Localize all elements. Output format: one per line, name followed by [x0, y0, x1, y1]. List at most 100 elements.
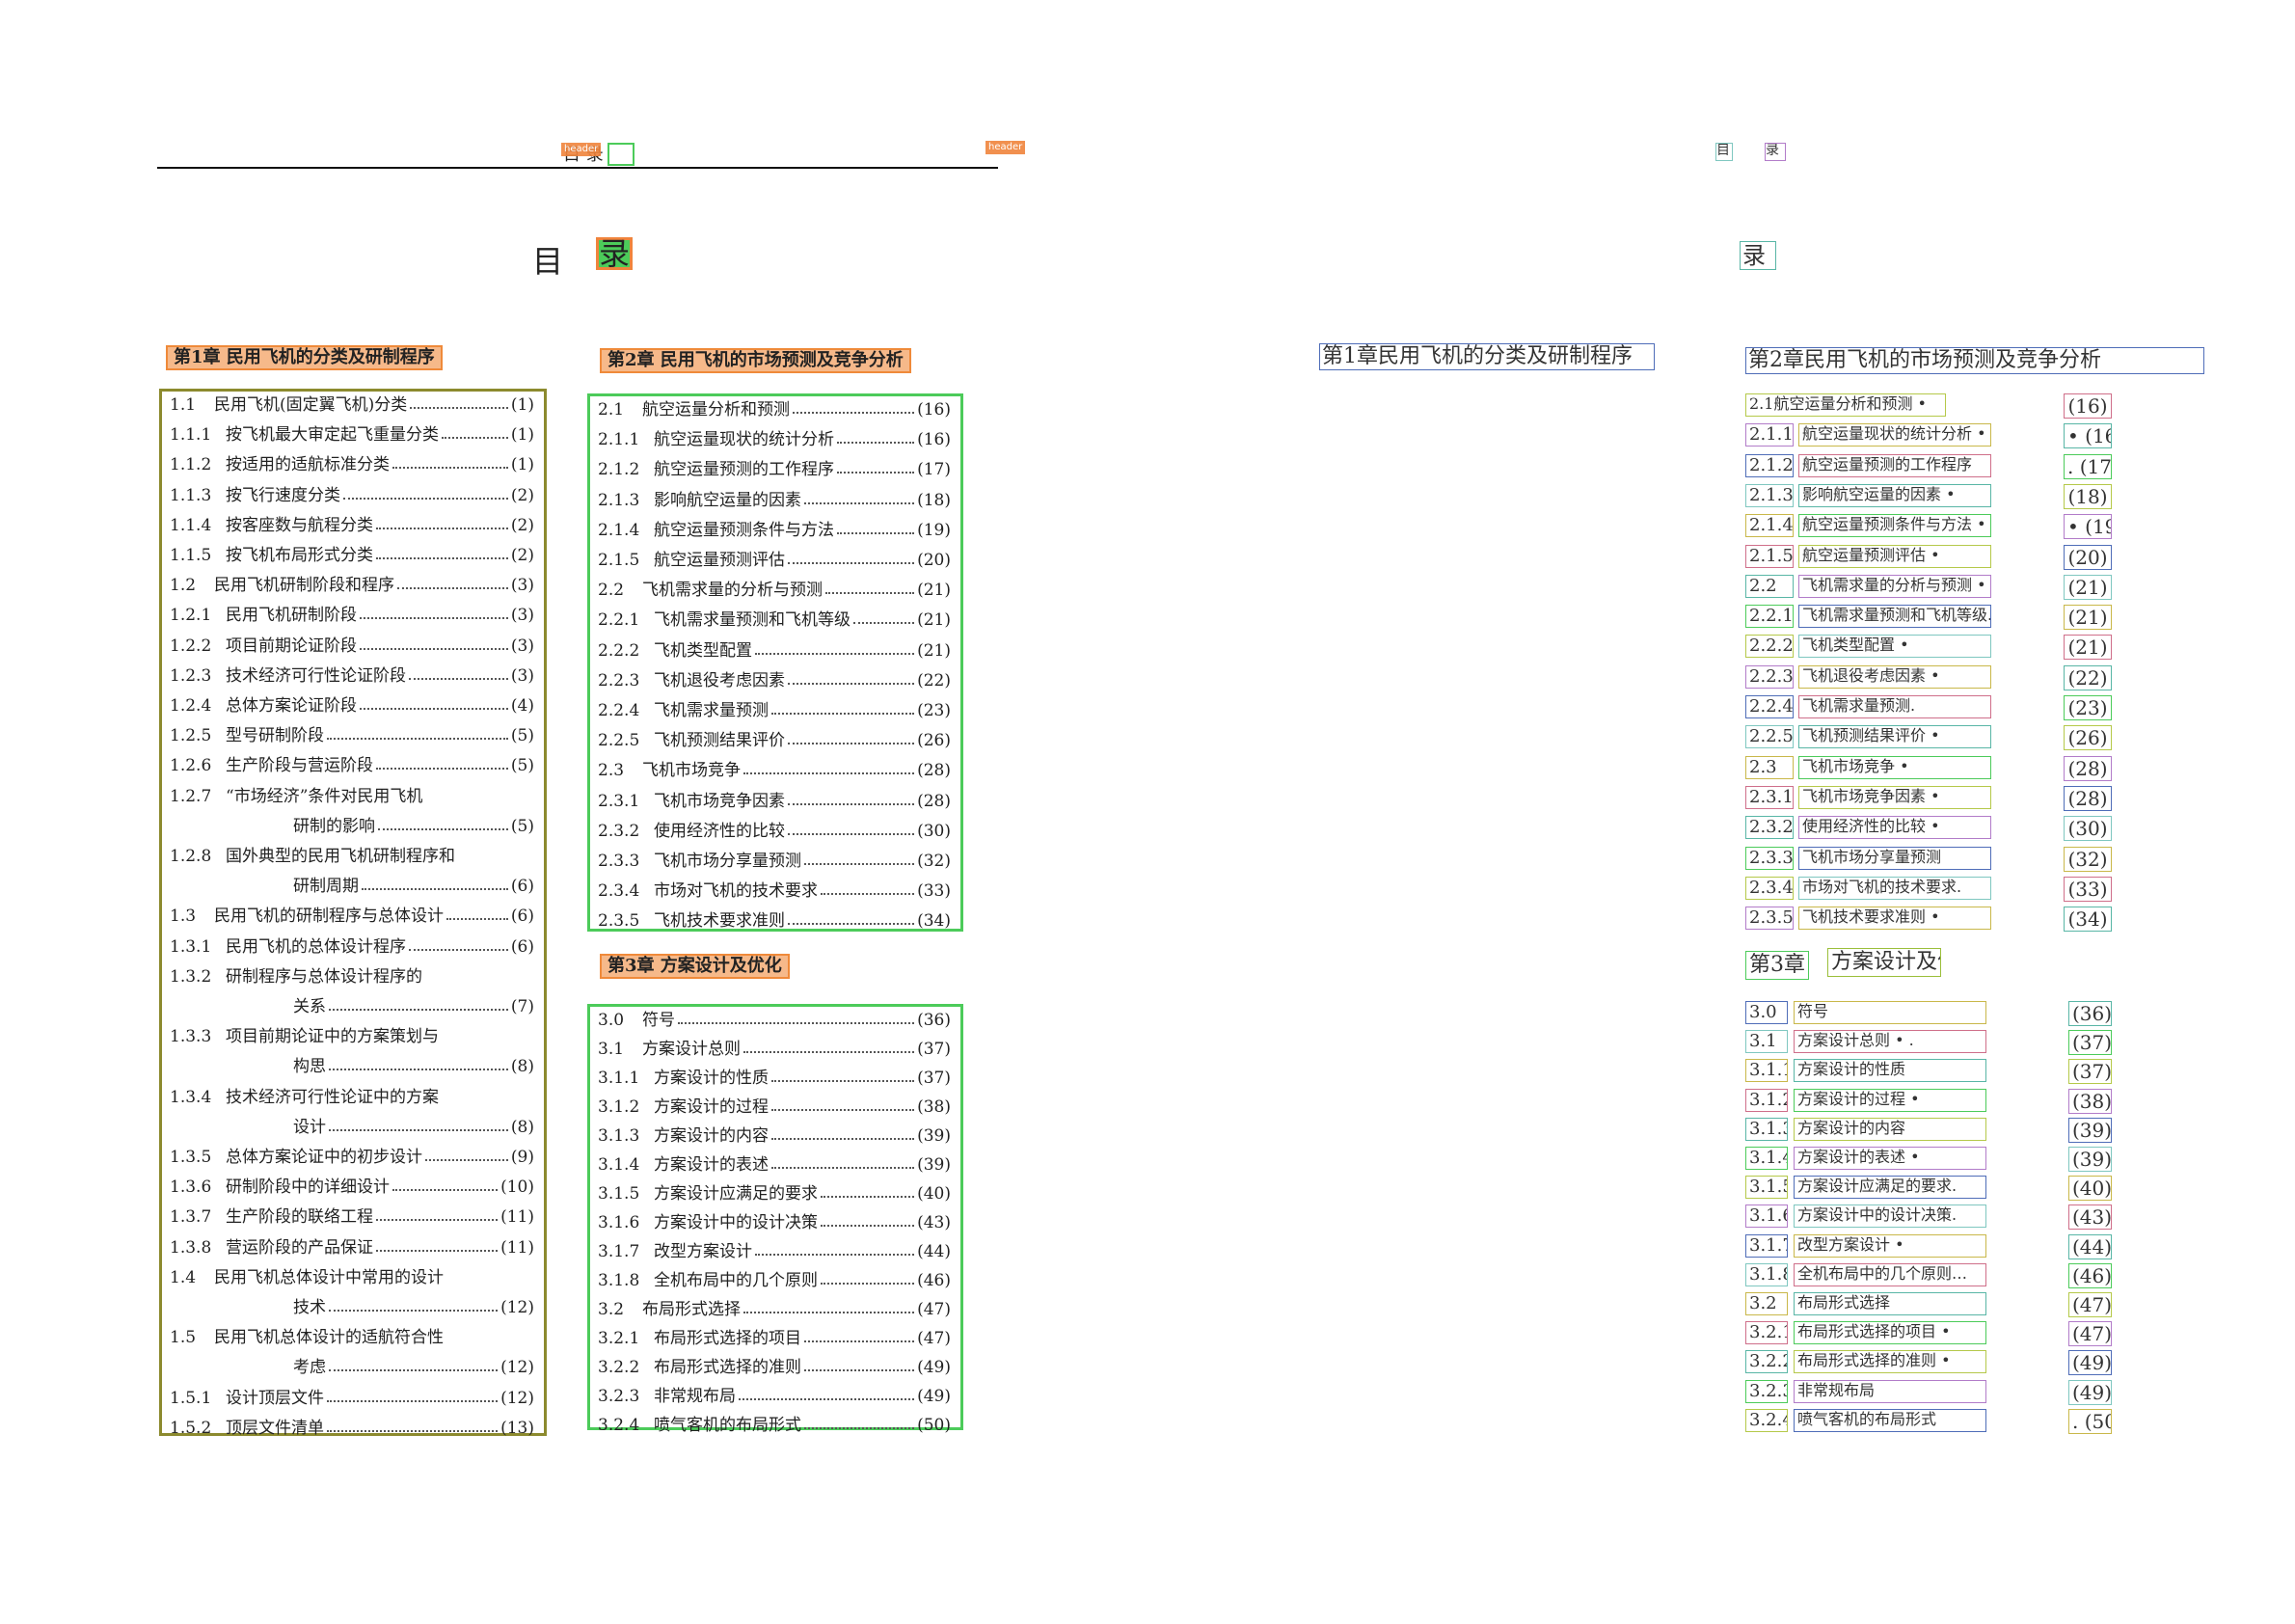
toc-entry-page: (21): [917, 640, 951, 661]
toc-entry[interactable]: 1.5.1 设计顶层文件 (12): [170, 1385, 534, 1408]
toc-entry[interactable]: 考虑 (12): [170, 1354, 534, 1377]
toc-entry[interactable]: 3.1.6 方案设计中的设计决策 (43): [598, 1209, 951, 1232]
toc-entry[interactable]: 1.5 民用飞机总体设计的适航符合性: [170, 1324, 534, 1347]
toc-entry-title: 全机布局中的几个原则: [654, 1271, 818, 1290]
toc-entry[interactable]: 3.1.1 方案设计的性质 (37): [598, 1065, 951, 1088]
toc-entry[interactable]: 2.3.2 使用经济性的比较 (30): [598, 818, 951, 841]
toc-entry[interactable]: 1.1.5 按飞机布局形式分类 (2): [170, 542, 534, 565]
toc-entry-page: (2): [510, 515, 534, 535]
toc-entry[interactable]: 3.1.4 方案设计的表述 (39): [598, 1151, 951, 1175]
toc-entry-number: 1.2.6: [170, 756, 212, 776]
toc-entry[interactable]: 1.3.5 总体方案论证中的初步设计 (9): [170, 1144, 534, 1167]
toc-entry-number: 1.3.4: [170, 1087, 212, 1107]
toc-entry[interactable]: 2.2.3 飞机退役考虑因素 (22): [598, 667, 951, 690]
right-header-b: 录: [1765, 143, 1786, 161]
toc-entry-page: (16): [917, 430, 951, 450]
toc-entry[interactable]: 1.4 民用飞机总体设计中常用的设计: [170, 1264, 534, 1287]
right-toc-number: 2.1.2: [1745, 453, 1794, 477]
toc-entry[interactable]: 2.1.5 航空运量预测评估 (20): [598, 547, 951, 570]
toc-entry[interactable]: 2.1.3 影响航空运量的因素 (18): [598, 487, 951, 510]
toc-entry[interactable]: 1.3.6 研制阶段中的详细设计 (10): [170, 1174, 534, 1197]
toc-entry-number: 1.1.4: [170, 515, 212, 535]
toc-entry[interactable]: 3.1.5 方案设计应满足的要求 (40): [598, 1180, 951, 1204]
toc-entry-title: 飞机预测结果评价: [654, 731, 785, 751]
toc-entry[interactable]: 1.1.1 按飞机最大审定起飞重量分类 (1): [170, 421, 534, 445]
toc-entry[interactable]: 3.2.3 非常规布局 (49): [598, 1383, 951, 1406]
toc-entry[interactable]: 3.2 布局形式选择 (47): [598, 1296, 951, 1319]
toc-entry[interactable]: 构思 (8): [170, 1053, 534, 1076]
toc-entry[interactable]: 1.3.1 民用飞机的总体设计程序 (6): [170, 934, 534, 957]
toc-entry[interactable]: 1.3.4 技术经济可行性论证中的方案: [170, 1084, 534, 1107]
toc-entry[interactable]: 设计 (8): [170, 1114, 534, 1137]
toc-entry-title: 按适用的适航标准分类: [226, 455, 390, 475]
toc-entry[interactable]: 1.2.3 技术经济可行性论证阶段 (3): [170, 663, 534, 686]
toc-entry-title: 设计顶层文件: [226, 1388, 324, 1408]
toc-entry[interactable]: 2.3.3 飞机市场分享量预测 (32): [598, 848, 951, 871]
toc-entry-page: (50): [917, 1416, 951, 1435]
right-toc-title: 使用经济性的比较 •: [1798, 816, 1991, 840]
toc-entry-number: 1.3.7: [170, 1207, 212, 1228]
toc-entry[interactable]: 研制的影响 (5): [170, 813, 534, 836]
right-toc-page: (26): [2064, 725, 2112, 751]
toc-leader-dots: [329, 1310, 499, 1312]
header-box: [608, 143, 634, 166]
toc-entry[interactable]: 1.3 民用飞机的研制程序与总体设计 (6): [170, 903, 534, 926]
toc-entry[interactable]: 1.2.1 民用飞机研制阶段 (3): [170, 602, 534, 625]
toc-entry-page: (8): [510, 1057, 534, 1077]
toc-entry[interactable]: 2.1.2 航空运量预测的工作程序 (17): [598, 456, 951, 479]
toc-entry[interactable]: 2.2.2 飞机类型配置 (21): [598, 637, 951, 661]
toc-entry[interactable]: 1.3.8 营运阶段的产品保证 (11): [170, 1234, 534, 1258]
right-toc-title: 飞机需求量预测和飞机等级.: [1798, 605, 1991, 629]
toc-entry[interactable]: 2.2.5 飞机预测结果评价 (26): [598, 727, 951, 750]
toc-entry[interactable]: 1.2 民用飞机研制阶段和程序 (3): [170, 572, 534, 595]
toc-entry[interactable]: 3.2.4 喷气客机的布局形式 (50): [598, 1412, 951, 1435]
toc-leader-dots: [821, 893, 915, 896]
right-toc-number: 2.3: [1745, 755, 1794, 779]
toc-entry[interactable]: 1.5.2 顶层文件清单 (13): [170, 1415, 534, 1438]
toc-entry[interactable]: 2.3 飞机市场竞争 (28): [598, 757, 951, 780]
toc-entry-title: 方案设计的性质: [654, 1069, 769, 1088]
toc-entry[interactable]: 1.2.6 生产阶段与营运阶段 (5): [170, 752, 534, 775]
toc-entry[interactable]: 3.2.1 布局形式选择的项目 (47): [598, 1325, 951, 1348]
toc-leader-dots: [837, 531, 915, 534]
toc-entry[interactable]: 2.2 飞机需求量的分析与预测 (21): [598, 577, 951, 600]
toc-entry[interactable]: 2.1 航空运量分析和预测 (16): [598, 396, 951, 420]
toc-entry[interactable]: 3.1.7 改型方案设计 (44): [598, 1238, 951, 1261]
toc-entry-page: (1): [510, 395, 534, 415]
toc-entry[interactable]: 1.2.8 国外典型的民用飞机研制程序和: [170, 843, 534, 866]
toc-entry[interactable]: 关系 (7): [170, 993, 534, 1016]
toc-entry-title: 航空运量预测条件与方法: [654, 520, 834, 540]
toc-entry[interactable]: 2.1.4 航空运量预测条件与方法 (19): [598, 517, 951, 540]
toc-entry[interactable]: 1.2.7 “市场经济”条件对民用飞机: [170, 783, 534, 806]
toc-entry[interactable]: 2.3.1 飞机市场竞争因素 (28): [598, 788, 951, 811]
toc-entry[interactable]: 2.1.1 航空运量现状的统计分析 (16): [598, 426, 951, 449]
toc-entry[interactable]: 1.3.2 研制程序与总体设计程序的: [170, 963, 534, 987]
toc-entry[interactable]: 2.2.1 飞机需求量预测和飞机等级 (21): [598, 607, 951, 630]
toc-entry[interactable]: 3.1.2 方案设计的过程 (38): [598, 1094, 951, 1117]
toc-entry-title: 项目前期论证中的方案策划与: [226, 1027, 439, 1047]
toc-entry[interactable]: 2.3.4 市场对飞机的技术要求 (33): [598, 878, 951, 901]
toc-entry[interactable]: 1.2.4 总体方案论证阶段 (4): [170, 692, 534, 716]
toc-entry[interactable]: 3.0 符号 (36): [598, 1007, 951, 1030]
toc-entry[interactable]: 2.3.5 飞机技术要求准则 (34): [598, 907, 951, 931]
toc-entry[interactable]: 1.1.2 按适用的适航标准分类 (1): [170, 451, 534, 474]
toc-entry[interactable]: 1.1.3 按飞行速度分类 (2): [170, 482, 534, 505]
toc-entry[interactable]: 3.2.2 布局形式选择的准则 (49): [598, 1354, 951, 1377]
toc-entry[interactable]: 1.1.4 按客座数与航程分类 (2): [170, 512, 534, 535]
toc-entry[interactable]: 1.2.5 型号研制阶段 (5): [170, 722, 534, 745]
toc-entry[interactable]: 技术 (12): [170, 1294, 534, 1317]
toc-entry[interactable]: 3.1 方案设计总则 (37): [598, 1036, 951, 1059]
toc-entry[interactable]: 研制周期 (6): [170, 873, 534, 896]
right-toc-page: (21): [2064, 635, 2112, 661]
toc-leader-dots: [743, 772, 915, 775]
toc-entry-number: 3.1: [598, 1040, 625, 1059]
toc-entry[interactable]: 3.1.3 方案设计的内容 (39): [598, 1123, 951, 1146]
toc-entry[interactable]: 1.3.3 项目前期论证中的方案策划与: [170, 1023, 534, 1046]
toc-entry[interactable]: 1.3.7 生产阶段的联络工程 (11): [170, 1204, 534, 1227]
toc-entry[interactable]: 3.1.8 全机布局中的几个原则 (46): [598, 1267, 951, 1290]
toc-entry-number: 2.3.4: [598, 881, 640, 902]
toc-entry-number: 3.1.6: [598, 1213, 640, 1232]
toc-entry[interactable]: 1.2.2 项目前期论证阶段 (3): [170, 633, 534, 656]
toc-entry[interactable]: 1.1 民用飞机(固定翼飞机)分类 (1): [170, 392, 534, 415]
toc-entry[interactable]: 2.2.4 飞机需求量预测 (23): [598, 697, 951, 720]
